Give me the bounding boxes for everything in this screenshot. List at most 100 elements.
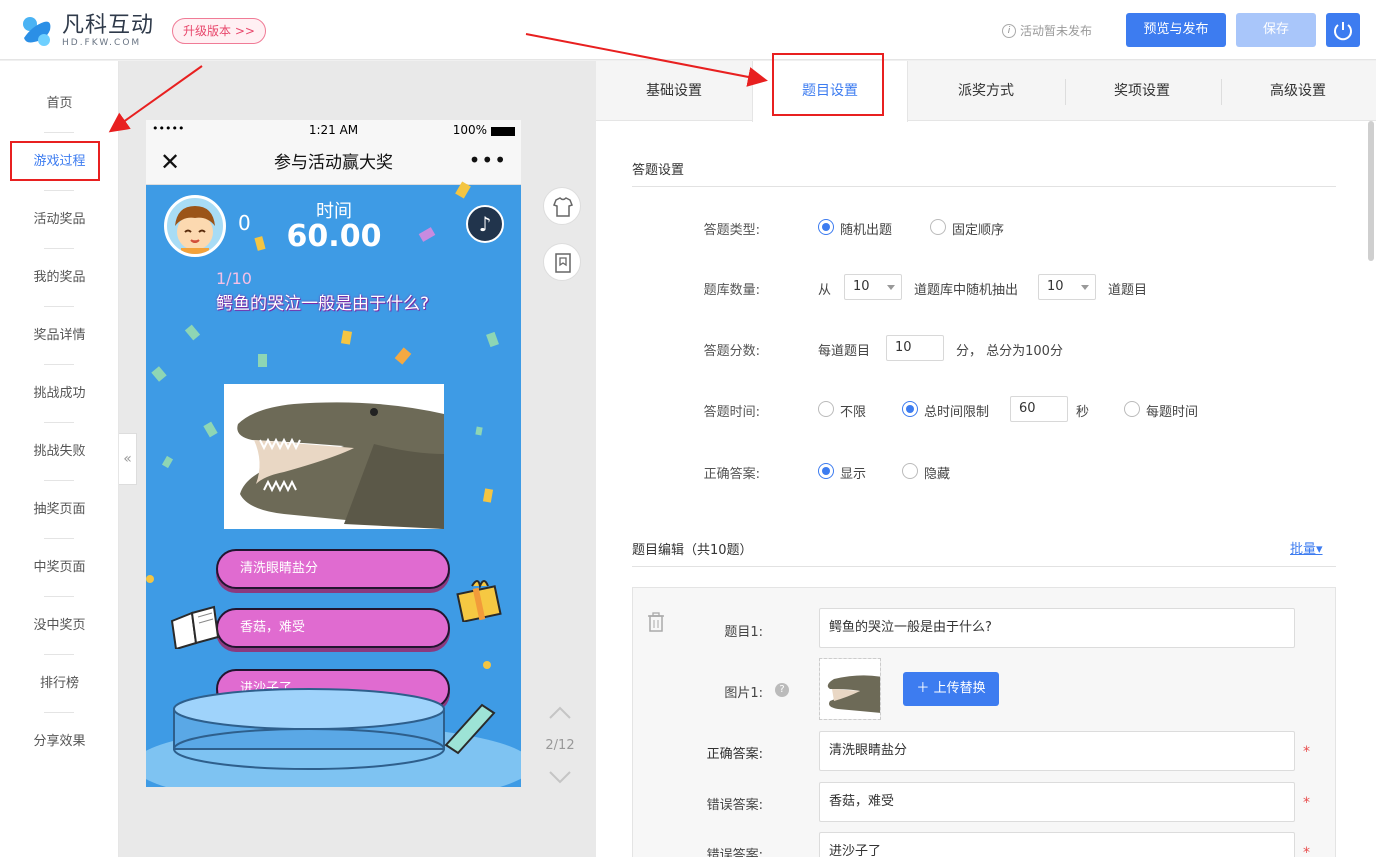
power-icon xyxy=(1334,22,1352,41)
theme-button[interactable] xyxy=(543,187,581,225)
collapse-sidebar-button[interactable]: « xyxy=(119,433,137,485)
confetti-decoration xyxy=(475,426,483,436)
correct-answer-label: 正确答案: xyxy=(703,467,760,482)
sidebar-item-challenge-success[interactable]: 挑战成功 xyxy=(0,379,119,409)
bank-count-label: 题库数量: xyxy=(703,283,760,298)
bookmark-icon xyxy=(555,253,571,273)
publish-status: i 活动暂未发布 xyxy=(1002,22,1092,39)
score-value: 0 xyxy=(238,211,251,235)
page-up-button[interactable] xyxy=(540,702,580,726)
sidebar-item-leaderboard[interactable]: 排行榜 xyxy=(0,669,119,699)
radio-no-limit[interactable] xyxy=(818,401,834,417)
question-image-thumbnail[interactable] xyxy=(819,658,881,720)
tab-advanced-settings[interactable]: 高级设置 xyxy=(1220,61,1376,121)
radio-hide[interactable] xyxy=(902,463,918,479)
game-screen: 0 时间 60.00 ♪ 1/10 鳄鱼的哭泣一般是由于什么? 清洗眼睛盐分 香… xyxy=(146,181,521,787)
annotation-highlight-tab xyxy=(772,53,884,116)
chevron-down-icon xyxy=(887,285,895,290)
divider xyxy=(44,480,74,481)
divider xyxy=(44,306,74,307)
sidebar-item-my-prizes[interactable]: 我的奖品 xyxy=(0,263,119,293)
confetti-decoration xyxy=(418,227,436,242)
confetti-decoration xyxy=(486,331,499,348)
settings-tabs: 基础设置 题目设置 派奖方式 奖项设置 高级设置 xyxy=(596,61,1376,122)
phone-status-bar: ••••• 1:21 AM 100% xyxy=(146,120,521,142)
sidebar-item-home[interactable]: 首页 xyxy=(0,89,119,119)
image-label: 图片1: xyxy=(724,686,763,701)
scrollbar[interactable] xyxy=(1368,121,1374,261)
confetti-decoration xyxy=(483,661,491,669)
wrong-answer-input-1[interactable]: 香菇，难受 xyxy=(819,782,1295,822)
annotation-highlight-sidebar xyxy=(10,141,100,181)
confetti-decoration xyxy=(258,354,267,367)
template-button[interactable] xyxy=(543,243,581,281)
correct-answer-input[interactable]: 清洗眼睛盐分 xyxy=(819,731,1295,771)
radio-show[interactable] xyxy=(818,463,834,479)
answer-option-2[interactable]: 香菇，难受 xyxy=(216,608,450,648)
divider xyxy=(44,190,74,191)
radio-show-label: 显示 xyxy=(840,467,867,482)
sidebar-item-prize-details[interactable]: 奖品详情 xyxy=(0,321,119,351)
logo[interactable]: 凡科互动 HD.FKW.COM xyxy=(18,12,154,50)
time-limit-input[interactable]: 60 xyxy=(1010,396,1068,422)
correct-answer-field-label: 正确答案: xyxy=(706,747,763,762)
sidebar-item-lottery-page[interactable]: 抽奖页面 xyxy=(0,495,119,525)
more-icon[interactable]: ••• xyxy=(469,148,507,172)
phone-title-bar: ✕ 参与活动赢大奖 ••• xyxy=(146,142,521,185)
confetti-decoration xyxy=(482,488,494,503)
sidebar-item-share-effect[interactable]: 分享效果 xyxy=(0,727,119,757)
wrong-answer-label-2: 错误答案: xyxy=(706,848,763,857)
radio-random[interactable] xyxy=(818,219,834,235)
question-card: 题目1: 鳄鱼的哭泣一般是由于什么? 图片1: ? ＋ 上传替换 正确答案: 清… xyxy=(632,587,1336,857)
radio-per-question-time[interactable] xyxy=(1124,401,1140,417)
radio-per-question-time-label: 每题时间 xyxy=(1146,405,1199,420)
preview-publish-button[interactable]: 预览与发布 xyxy=(1126,13,1226,47)
save-button[interactable]: 保存 xyxy=(1236,13,1316,47)
radio-total-time[interactable] xyxy=(902,401,918,417)
wrong-answer-input-2[interactable]: 进沙子了 xyxy=(819,832,1295,857)
confetti-decoration xyxy=(146,575,154,583)
wrong-answer-label-1: 错误答案: xyxy=(706,798,763,813)
bank-end-text: 道题目 xyxy=(1108,283,1148,298)
info-icon: i xyxy=(1002,23,1016,38)
podium-decoration xyxy=(146,688,521,787)
divider xyxy=(44,364,74,365)
draw-count-value: 10 xyxy=(1047,279,1064,294)
divider xyxy=(44,248,74,249)
question-input[interactable]: 鳄鱼的哭泣一般是由于什么? xyxy=(819,608,1295,648)
bank-middle-text: 道题库中随机抽出 xyxy=(914,283,1019,298)
score-prefix-text: 每道题目 xyxy=(818,344,871,359)
bank-from-text: 从 xyxy=(818,283,832,298)
page-down-button[interactable] xyxy=(540,768,580,792)
question-text: 鳄鱼的哭泣一般是由于什么? xyxy=(216,294,430,314)
score-input[interactable]: 10 xyxy=(886,335,944,361)
radio-fixed-order[interactable] xyxy=(930,219,946,235)
power-button[interactable] xyxy=(1326,13,1360,47)
radio-total-time-label: 总时间限制 xyxy=(924,405,990,420)
answer-type-label: 答题类型: xyxy=(703,223,760,238)
required-mark: * xyxy=(1303,845,1310,857)
status-label: 活动暂未发布 xyxy=(1020,24,1093,38)
answer-option-1[interactable]: 清洗眼睛盐分 xyxy=(216,549,450,589)
upgrade-button[interactable]: 升级版本 >> xyxy=(172,18,266,44)
score-suffix-text: 分， 总分为100分 xyxy=(956,344,1063,359)
sidebar-item-challenge-fail[interactable]: 挑战失败 xyxy=(0,437,119,467)
book-icon xyxy=(170,605,220,649)
confetti-decoration xyxy=(254,236,266,251)
question-label: 题目1: xyxy=(724,625,763,640)
batch-button[interactable]: 批量▾ xyxy=(1290,538,1323,557)
bank-count-select[interactable]: 10 xyxy=(844,274,902,300)
tab-award-settings[interactable]: 奖项设置 xyxy=(1064,61,1220,121)
upload-replace-button[interactable]: ＋ 上传替换 xyxy=(903,672,999,706)
sidebar-item-no-win-page[interactable]: 没中奖页 xyxy=(0,611,119,641)
sidebar-item-win-page[interactable]: 中奖页面 xyxy=(0,553,119,583)
answer-settings-title: 答题设置 xyxy=(632,163,685,178)
help-icon[interactable]: ? xyxy=(775,683,789,697)
sidebar-item-activity-prizes[interactable]: 活动奖品 xyxy=(0,205,119,235)
music-note-icon[interactable]: ♪ xyxy=(466,205,504,243)
question-number: 1/10 xyxy=(216,269,252,288)
divider xyxy=(632,186,1336,187)
draw-count-select[interactable]: 10 xyxy=(1038,274,1096,300)
tab-prize-distribution[interactable]: 派奖方式 xyxy=(908,61,1064,121)
tab-basic-settings[interactable]: 基础设置 xyxy=(596,61,752,121)
